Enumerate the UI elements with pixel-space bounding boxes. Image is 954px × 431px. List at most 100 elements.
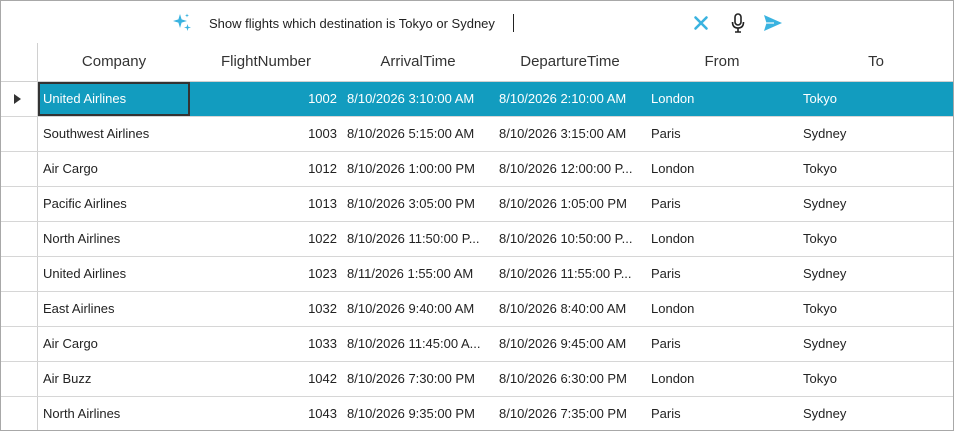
cell-flightnumber[interactable]: 1042: [190, 362, 342, 396]
microphone-icon: [731, 13, 745, 33]
cell-departuretime[interactable]: 8/10/2026 11:55:00 P...: [494, 257, 646, 291]
table-row[interactable]: East Airlines 1032 8/10/2026 9:40:00 AM …: [1, 292, 953, 327]
row-header[interactable]: [1, 117, 38, 151]
row-header[interactable]: [1, 362, 38, 396]
cell-company[interactable]: Air Cargo: [38, 327, 190, 361]
cell-company[interactable]: Pacific Airlines: [38, 187, 190, 221]
cell-arrivaltime[interactable]: 8/10/2026 11:45:00 A...: [342, 327, 494, 361]
column-header-arrivaltime[interactable]: ArrivalTime: [342, 43, 494, 81]
cell-company[interactable]: Air Buzz: [38, 362, 190, 396]
sparkle-icon: [171, 12, 193, 34]
cell-from[interactable]: Paris: [646, 397, 798, 430]
cell-to[interactable]: Tokyo: [798, 362, 953, 396]
cell-flightnumber[interactable]: 1022: [190, 222, 342, 256]
cell-from[interactable]: Paris: [646, 117, 798, 151]
cell-arrivaltime[interactable]: 8/10/2026 3:05:00 PM: [342, 187, 494, 221]
column-header-flightnumber[interactable]: FlightNumber: [190, 43, 342, 81]
cell-arrivaltime[interactable]: 8/10/2026 1:00:00 PM: [342, 152, 494, 186]
cell-flightnumber[interactable]: 1032: [190, 292, 342, 326]
table-row[interactable]: United Airlines 1023 8/11/2026 1:55:00 A…: [1, 257, 953, 292]
row-header[interactable]: [1, 152, 38, 186]
column-header-from[interactable]: From: [646, 43, 798, 81]
cell-from[interactable]: London: [646, 152, 798, 186]
table-row[interactable]: Pacific Airlines 1013 8/10/2026 3:05:00 …: [1, 187, 953, 222]
table-row[interactable]: Southwest Airlines 1003 8/10/2026 5:15:0…: [1, 117, 953, 152]
table-row[interactable]: Air Buzz 1042 8/10/2026 7:30:00 PM 8/10/…: [1, 362, 953, 397]
cell-to[interactable]: Tokyo: [798, 292, 953, 326]
microphone-button[interactable]: [727, 12, 749, 34]
cell-flightnumber[interactable]: 1033: [190, 327, 342, 361]
flights-grid: Company FlightNumber ArrivalTime Departu…: [1, 43, 953, 430]
cell-flightnumber[interactable]: 1012: [190, 152, 342, 186]
cell-to[interactable]: Sydney: [798, 187, 953, 221]
cell-company[interactable]: United Airlines: [38, 82, 190, 116]
cell-arrivaltime[interactable]: 8/10/2026 9:40:00 AM: [342, 292, 494, 326]
row-header[interactable]: [1, 397, 38, 430]
cell-flightnumber[interactable]: 1043: [190, 397, 342, 430]
cell-to[interactable]: Tokyo: [798, 82, 953, 116]
row-header-corner: [1, 43, 38, 81]
table-row[interactable]: United Airlines 1002 8/10/2026 3:10:00 A…: [1, 82, 953, 117]
cell-arrivaltime[interactable]: 8/10/2026 11:50:00 P...: [342, 222, 494, 256]
row-header[interactable]: [1, 257, 38, 291]
cell-to[interactable]: Tokyo: [798, 222, 953, 256]
text-caret: [513, 14, 514, 32]
cell-arrivaltime[interactable]: 8/10/2026 7:30:00 PM: [342, 362, 494, 396]
table-row[interactable]: North Airlines 1022 8/10/2026 11:50:00 P…: [1, 222, 953, 257]
column-header-departuretime[interactable]: DepartureTime: [494, 43, 646, 81]
cell-from[interactable]: London: [646, 82, 798, 116]
cell-arrivaltime[interactable]: 8/10/2026 3:10:00 AM: [342, 82, 494, 116]
prompt-input[interactable]: [209, 11, 679, 35]
cell-departuretime[interactable]: 8/10/2026 7:35:00 PM: [494, 397, 646, 430]
column-header-to[interactable]: To: [798, 43, 953, 81]
column-header-company[interactable]: Company: [38, 43, 190, 81]
cell-from[interactable]: London: [646, 292, 798, 326]
cell-to[interactable]: Sydney: [798, 257, 953, 291]
send-icon: [764, 15, 782, 31]
cell-departuretime[interactable]: 8/10/2026 9:45:00 AM: [494, 327, 646, 361]
cell-from[interactable]: Paris: [646, 257, 798, 291]
clear-button[interactable]: [690, 12, 712, 34]
cell-from[interactable]: Paris: [646, 327, 798, 361]
cell-arrivaltime[interactable]: 8/10/2026 5:15:00 AM: [342, 117, 494, 151]
cell-company[interactable]: United Airlines: [38, 257, 190, 291]
cell-departuretime[interactable]: 8/10/2026 6:30:00 PM: [494, 362, 646, 396]
cell-arrivaltime[interactable]: 8/11/2026 1:55:00 AM: [342, 257, 494, 291]
cell-departuretime[interactable]: 8/10/2026 1:05:00 PM: [494, 187, 646, 221]
current-row-indicator-icon: [14, 94, 21, 104]
cell-flightnumber[interactable]: 1003: [190, 117, 342, 151]
send-button[interactable]: [762, 12, 784, 34]
table-row[interactable]: North Airlines 1043 8/10/2026 9:35:00 PM…: [1, 397, 953, 430]
cell-company[interactable]: Southwest Airlines: [38, 117, 190, 151]
close-icon: [694, 16, 708, 30]
row-header[interactable]: [1, 327, 38, 361]
cell-departuretime[interactable]: 8/10/2026 3:15:00 AM: [494, 117, 646, 151]
cell-to[interactable]: Tokyo: [798, 152, 953, 186]
cell-arrivaltime[interactable]: 8/10/2026 9:35:00 PM: [342, 397, 494, 430]
cell-company[interactable]: East Airlines: [38, 292, 190, 326]
row-header[interactable]: [1, 222, 38, 256]
cell-company[interactable]: Air Cargo: [38, 152, 190, 186]
row-header[interactable]: [1, 187, 38, 221]
grid-header: Company FlightNumber ArrivalTime Departu…: [1, 43, 953, 82]
table-row[interactable]: Air Cargo 1012 8/10/2026 1:00:00 PM 8/10…: [1, 152, 953, 187]
cell-flightnumber[interactable]: 1013: [190, 187, 342, 221]
cell-company[interactable]: North Airlines: [38, 222, 190, 256]
row-header[interactable]: [1, 82, 38, 116]
cell-from[interactable]: Paris: [646, 187, 798, 221]
cell-departuretime[interactable]: 8/10/2026 10:50:00 P...: [494, 222, 646, 256]
row-header[interactable]: [1, 292, 38, 326]
table-row[interactable]: Air Cargo 1033 8/10/2026 11:45:00 A... 8…: [1, 327, 953, 362]
cell-flightnumber[interactable]: 1023: [190, 257, 342, 291]
cell-departuretime[interactable]: 8/10/2026 8:40:00 AM: [494, 292, 646, 326]
cell-flightnumber[interactable]: 1002: [190, 82, 342, 116]
cell-departuretime[interactable]: 8/10/2026 2:10:00 AM: [494, 82, 646, 116]
cell-to[interactable]: Sydney: [798, 117, 953, 151]
cell-from[interactable]: London: [646, 222, 798, 256]
cell-departuretime[interactable]: 8/10/2026 12:00:00 P...: [494, 152, 646, 186]
cell-to[interactable]: Sydney: [798, 327, 953, 361]
cell-from[interactable]: London: [646, 362, 798, 396]
ai-prompt-bar: [1, 1, 953, 43]
cell-company[interactable]: North Airlines: [38, 397, 190, 430]
cell-to[interactable]: Sydney: [798, 397, 953, 430]
